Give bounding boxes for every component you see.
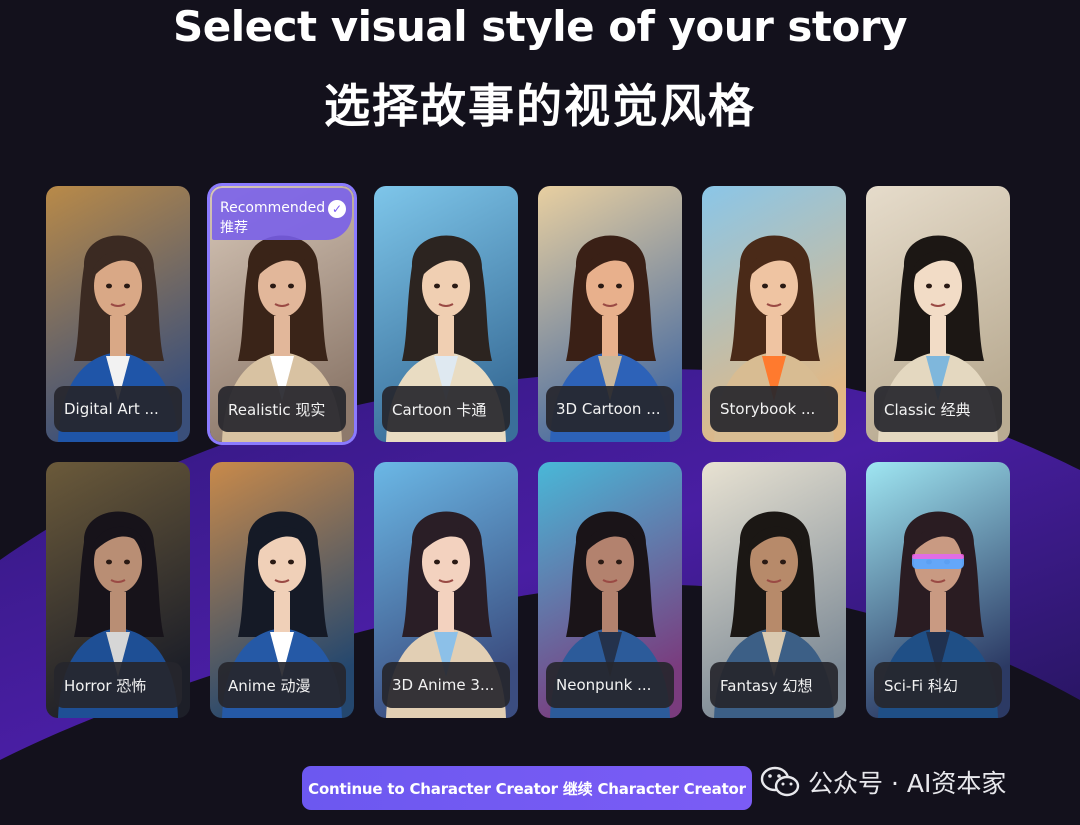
style-label: 3D Anime 3... [382, 662, 510, 708]
style-label: Storybook ... [710, 386, 838, 432]
style-label: Neonpunk ... [546, 662, 674, 708]
style-card-classic[interactable]: Classic 经典 [866, 186, 1010, 442]
style-label: Realistic 现实 [218, 386, 346, 432]
style-card-neonpunk[interactable]: Neonpunk ... [538, 462, 682, 718]
watermark-text: 公众号 · AI资本家 [808, 769, 1007, 798]
style-label: Cartoon 卡通 [382, 386, 510, 432]
style-label: Horror 恐怖 [54, 662, 182, 708]
check-icon: ✓ [328, 200, 346, 218]
style-card-digital-art[interactable]: Digital Art ... [46, 186, 190, 442]
style-label: Fantasy 幻想 [710, 662, 838, 708]
style-grid: Digital Art ... Recommended 推荐 ✓ Realist… [46, 186, 1010, 718]
recommended-badge-text: Recommended 推荐 [220, 200, 326, 236]
continue-button[interactable]: Continue to Character Creator 继续 Charact… [302, 766, 752, 810]
style-label: 3D Cartoon ... [546, 386, 674, 432]
watermark: 公众号 · AI资本家 [760, 763, 1006, 801]
style-card-3d-anime[interactable]: 3D Anime 3... [374, 462, 518, 718]
style-label: Sci-Fi 科幻 [874, 662, 1002, 708]
style-card-storybook[interactable]: Storybook ... [702, 186, 846, 442]
style-label: Classic 经典 [874, 386, 1002, 432]
page-title-chinese: 选择故事的视觉风格 [324, 79, 756, 133]
recommended-badge: Recommended 推荐 ✓ [212, 188, 352, 240]
style-card-cartoon[interactable]: Cartoon 卡通 [374, 186, 518, 442]
style-card-3d-cartoon[interactable]: 3D Cartoon ... [538, 186, 682, 442]
style-label: Anime 动漫 [218, 662, 346, 708]
page-title-english: Select visual style of your story [173, 2, 907, 51]
style-card-sci-fi[interactable]: Sci-Fi 科幻 [866, 462, 1010, 718]
style-card-horror[interactable]: Horror 恐怖 [46, 462, 190, 718]
style-card-anime[interactable]: Anime 动漫 [210, 462, 354, 718]
style-card-realistic[interactable]: Recommended 推荐 ✓ Realistic 现实 [210, 186, 354, 442]
wechat-icon [760, 766, 800, 797]
style-card-fantasy[interactable]: Fantasy 幻想 [702, 462, 846, 718]
style-label: Digital Art ... [54, 386, 182, 432]
